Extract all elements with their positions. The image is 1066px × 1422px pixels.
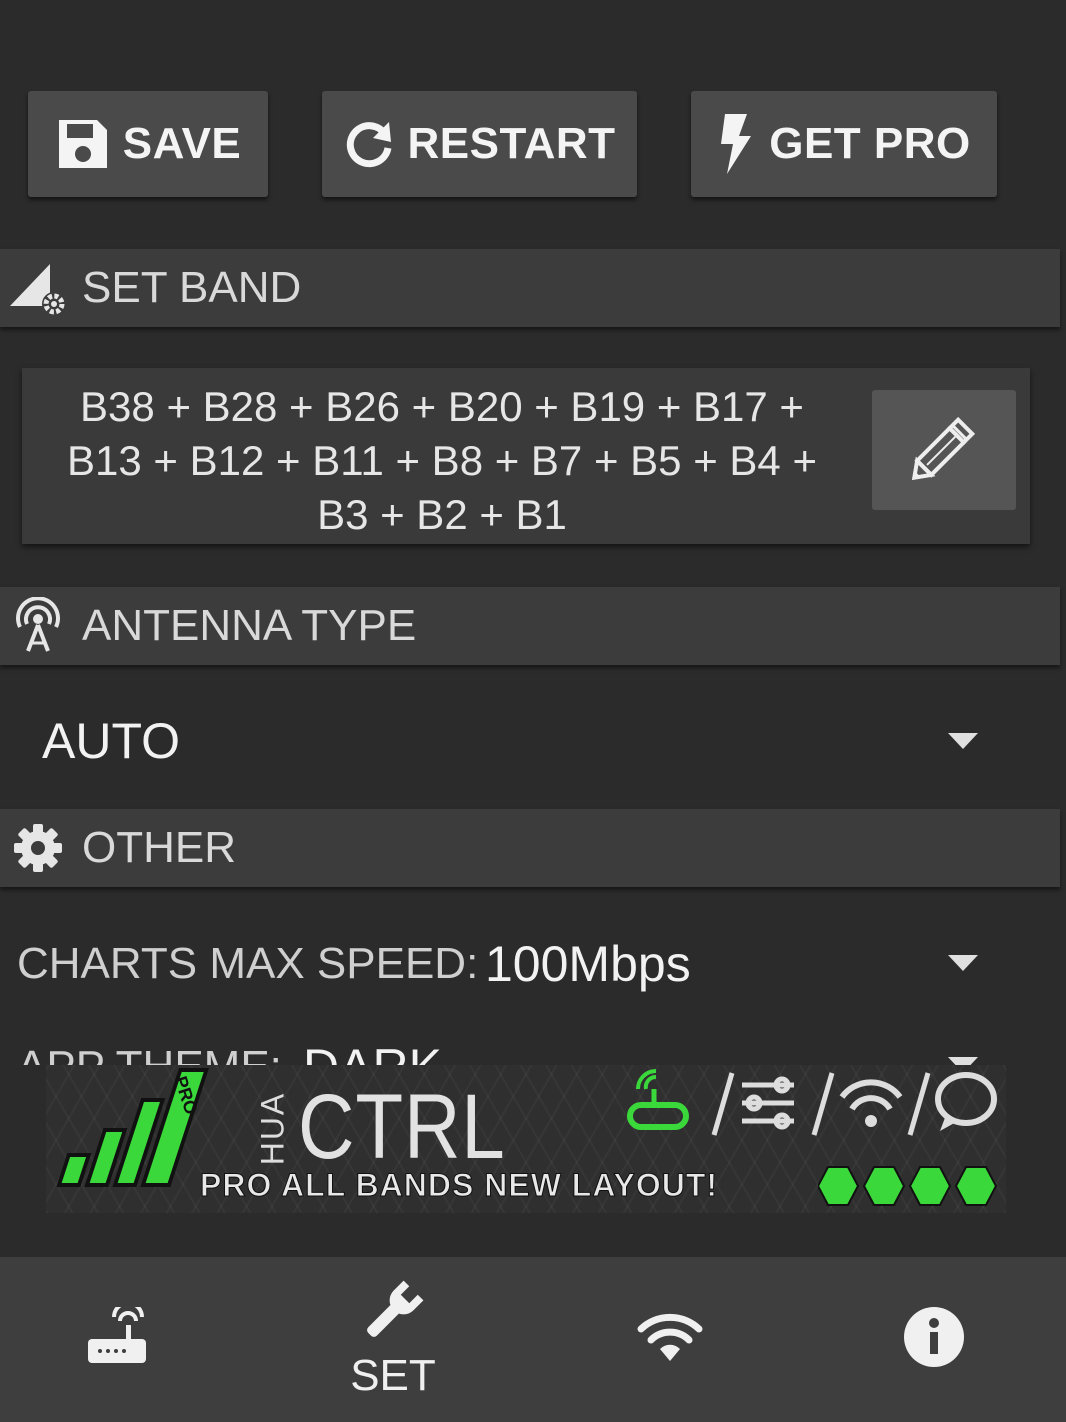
nav-set-label: SET [350, 1351, 436, 1400]
bottom-navigation: SET [0, 1257, 1066, 1422]
banner-tagline: PRO ALL BANDS NEW LAYOUT! [199, 1167, 719, 1204]
nav-router[interactable] [58, 1257, 178, 1422]
set-band-header: SET BAND [0, 249, 1060, 327]
antenna-type-header: ANTENNA TYPE [0, 587, 1060, 665]
promo-banner[interactable]: PRO HUA CTRL PRO ALL BANDS NEW LAYOUT! [46, 1065, 1006, 1213]
other-title: OTHER [82, 823, 236, 872]
other-header: OTHER [0, 809, 1060, 887]
save-label: SAVE [122, 119, 242, 168]
refresh-icon [343, 118, 395, 170]
app-theme-label: APP THEME: [17, 1042, 282, 1065]
banner-feature-icons [624, 1069, 1004, 1144]
brand-small: HUA [254, 1091, 291, 1166]
signal-settings-icon [10, 260, 70, 323]
antenna-type-select[interactable]: AUTO [0, 700, 1066, 782]
dropdown-arrow-icon [948, 955, 978, 971]
antenna-icon [10, 596, 66, 660]
pencil-icon [902, 406, 986, 495]
antenna-type-title: ANTENNA TYPE [82, 601, 417, 650]
charts-max-speed-label: CHARTS MAX SPEED: [17, 939, 479, 988]
get-pro-button[interactable]: GET PRO [691, 91, 997, 197]
wrench-icon [358, 1278, 428, 1349]
floppy-disk-icon [55, 116, 111, 172]
info-icon [903, 1306, 965, 1373]
lightning-icon [717, 112, 757, 176]
signal-bars-logo [46, 1065, 221, 1213]
restart-label: RESTART [407, 119, 616, 168]
band-list-line: B38 + B28 + B26 + B20 + B19 + B17 + [80, 383, 804, 430]
restart-button[interactable]: RESTART [322, 91, 637, 197]
charts-max-speed-select[interactable]: CHARTS MAX SPEED: 100Mbps [0, 925, 1066, 1005]
hexagon-dots [816, 1163, 1004, 1213]
app-theme-value: DARK [303, 1038, 442, 1065]
set-band-title: SET BAND [82, 263, 302, 312]
nav-wifi[interactable] [610, 1257, 730, 1422]
charts-max-speed-value: 100Mbps [485, 936, 691, 992]
dropdown-arrow-icon [948, 1057, 978, 1065]
wifi-icon [636, 1311, 704, 1368]
band-list-line: B13 + B12 + B11 + B8 + B7 + B5 + B4 + [67, 437, 817, 484]
dropdown-arrow-icon [948, 733, 978, 749]
gear-icon [13, 823, 63, 878]
antenna-type-value: AUTO [42, 713, 180, 769]
band-list-line: B3 + B2 + B1 [317, 491, 567, 538]
edit-bands-button[interactable] [872, 390, 1016, 510]
nav-info[interactable] [874, 1257, 994, 1422]
router-icon [86, 1301, 150, 1372]
band-selection-card: B38 + B28 + B26 + B20 + B19 + B17 + B13 … [22, 368, 1030, 544]
app-theme-select[interactable]: APP THEME: DARK [0, 1030, 1066, 1065]
band-list: B38 + B28 + B26 + B20 + B19 + B17 + B13 … [42, 380, 842, 542]
brand-title: CTRL [298, 1076, 506, 1178]
nav-set[interactable]: SET [333, 1257, 453, 1422]
get-pro-label: GET PRO [769, 119, 971, 168]
save-button[interactable]: SAVE [28, 91, 268, 197]
